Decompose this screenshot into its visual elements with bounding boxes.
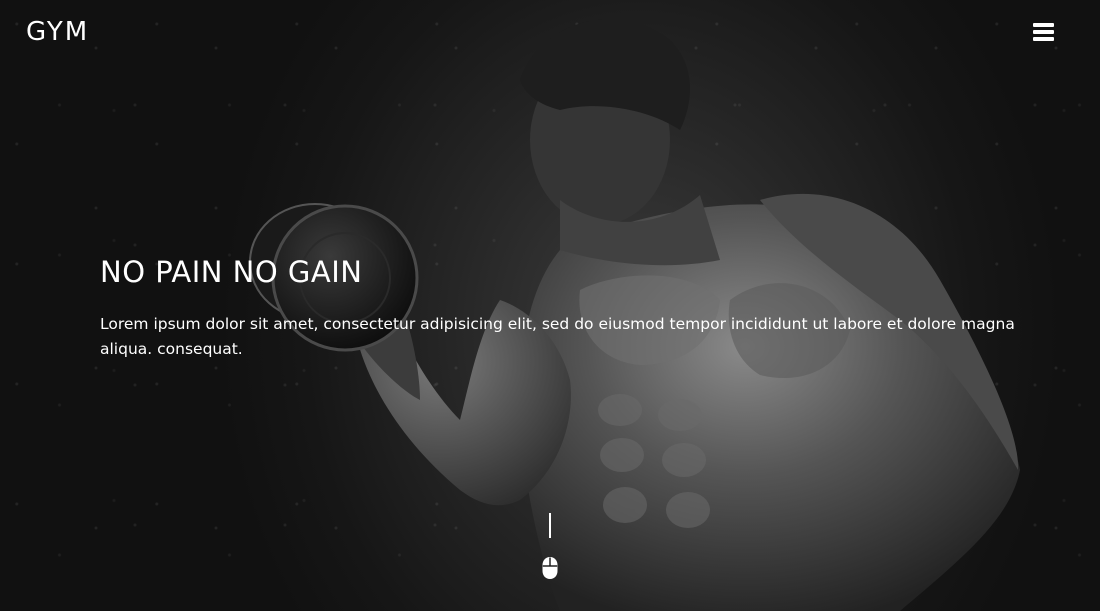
hero-title: NO PAIN NO GAIN	[100, 255, 363, 289]
site-logo[interactable]: GYM	[26, 17, 89, 47]
scroll-indicator-line	[549, 513, 551, 538]
menu-bar	[1033, 37, 1054, 41]
hamburger-menu-icon[interactable]	[1031, 21, 1057, 45]
mouse-scroll-icon[interactable]	[541, 556, 559, 580]
hero-text: Lorem ipsum dolor sit amet, consectetur …	[100, 315, 1015, 358]
menu-bar	[1033, 30, 1054, 34]
menu-bar	[1033, 23, 1054, 27]
hero-section: GYM NO PAIN NO GAIN Lorem ipsum dolor si…	[0, 0, 1100, 611]
